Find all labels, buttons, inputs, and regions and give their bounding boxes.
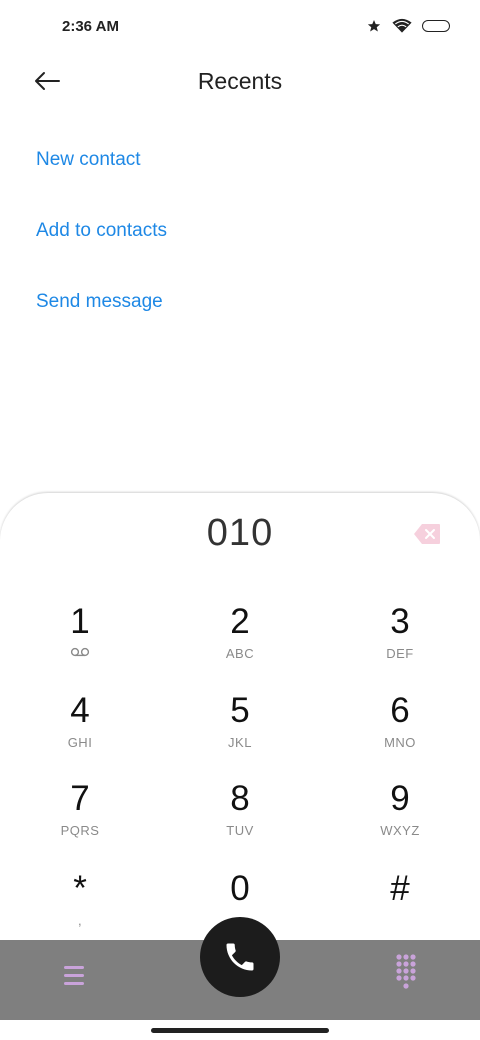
- app-bar: Recents: [0, 56, 480, 108]
- key-9[interactable]: 9 WXYZ: [340, 777, 460, 857]
- wifi-icon: [392, 18, 412, 33]
- key-digit: 2: [230, 602, 250, 641]
- dialed-number: 010: [206, 512, 274, 554]
- key-letters: JKL: [228, 735, 252, 750]
- key-6[interactable]: 6 MNO: [340, 689, 460, 769]
- key-digit: 9: [390, 779, 410, 818]
- action-list: New contact Add to contacts Send message: [36, 130, 167, 343]
- backspace-button[interactable]: [413, 523, 441, 545]
- key-letters: ABC: [225, 646, 255, 661]
- key-digit: 3: [390, 602, 410, 641]
- key-digit: 1: [70, 602, 90, 641]
- key-letters: ,: [77, 913, 83, 928]
- key-letters: MNO: [384, 735, 416, 750]
- key-hash[interactable]: #: [340, 867, 460, 947]
- key-digit: *: [73, 869, 87, 908]
- key-3[interactable]: 3 DEF: [340, 600, 460, 680]
- add-to-contacts-link[interactable]: Add to contacts: [36, 201, 167, 272]
- key-letters: PQRS: [60, 823, 100, 838]
- dialpad-icon: [396, 954, 416, 989]
- new-contact-link[interactable]: New contact: [36, 130, 167, 201]
- key-digit: 7: [70, 779, 90, 818]
- key-1[interactable]: 1: [20, 600, 140, 680]
- status-time: 2:36 AM: [62, 18, 119, 35]
- call-button[interactable]: [200, 917, 280, 997]
- dialpad-toggle-button[interactable]: [394, 952, 418, 992]
- status-bar: 2:36 AM: [0, 0, 480, 56]
- key-letters: GHI: [67, 735, 93, 750]
- send-message-link[interactable]: Send message: [36, 272, 167, 343]
- voicemail-icon: [70, 647, 90, 657]
- phone-icon: [226, 943, 254, 971]
- key-digit: 6: [390, 691, 410, 730]
- key-digit: 5: [230, 691, 250, 730]
- key-star[interactable]: * ,: [20, 867, 140, 947]
- key-8[interactable]: 8 TUV: [180, 777, 300, 857]
- key-4[interactable]: 4 GHI: [20, 689, 140, 769]
- key-letters: DEF: [386, 646, 414, 661]
- menu-icon: [64, 966, 84, 985]
- key-7[interactable]: 7 PQRS: [20, 777, 140, 857]
- key-digit: 8: [230, 779, 250, 818]
- key-digit: #: [390, 869, 410, 908]
- menu-button[interactable]: [60, 954, 88, 994]
- key-2[interactable]: 2 ABC: [180, 600, 300, 680]
- key-letters: TUV: [226, 823, 254, 838]
- key-5[interactable]: 5 JKL: [180, 689, 300, 769]
- status-icons: [366, 18, 450, 34]
- home-indicator[interactable]: [151, 1028, 329, 1033]
- star-icon: [367, 20, 381, 32]
- key-digit: 0: [230, 869, 250, 908]
- key-digit: 4: [70, 691, 90, 730]
- backspace-icon: [414, 524, 440, 544]
- battery-icon: [422, 20, 450, 32]
- page-title: Recents: [197, 68, 283, 94]
- key-letters: WXYZ: [380, 823, 420, 838]
